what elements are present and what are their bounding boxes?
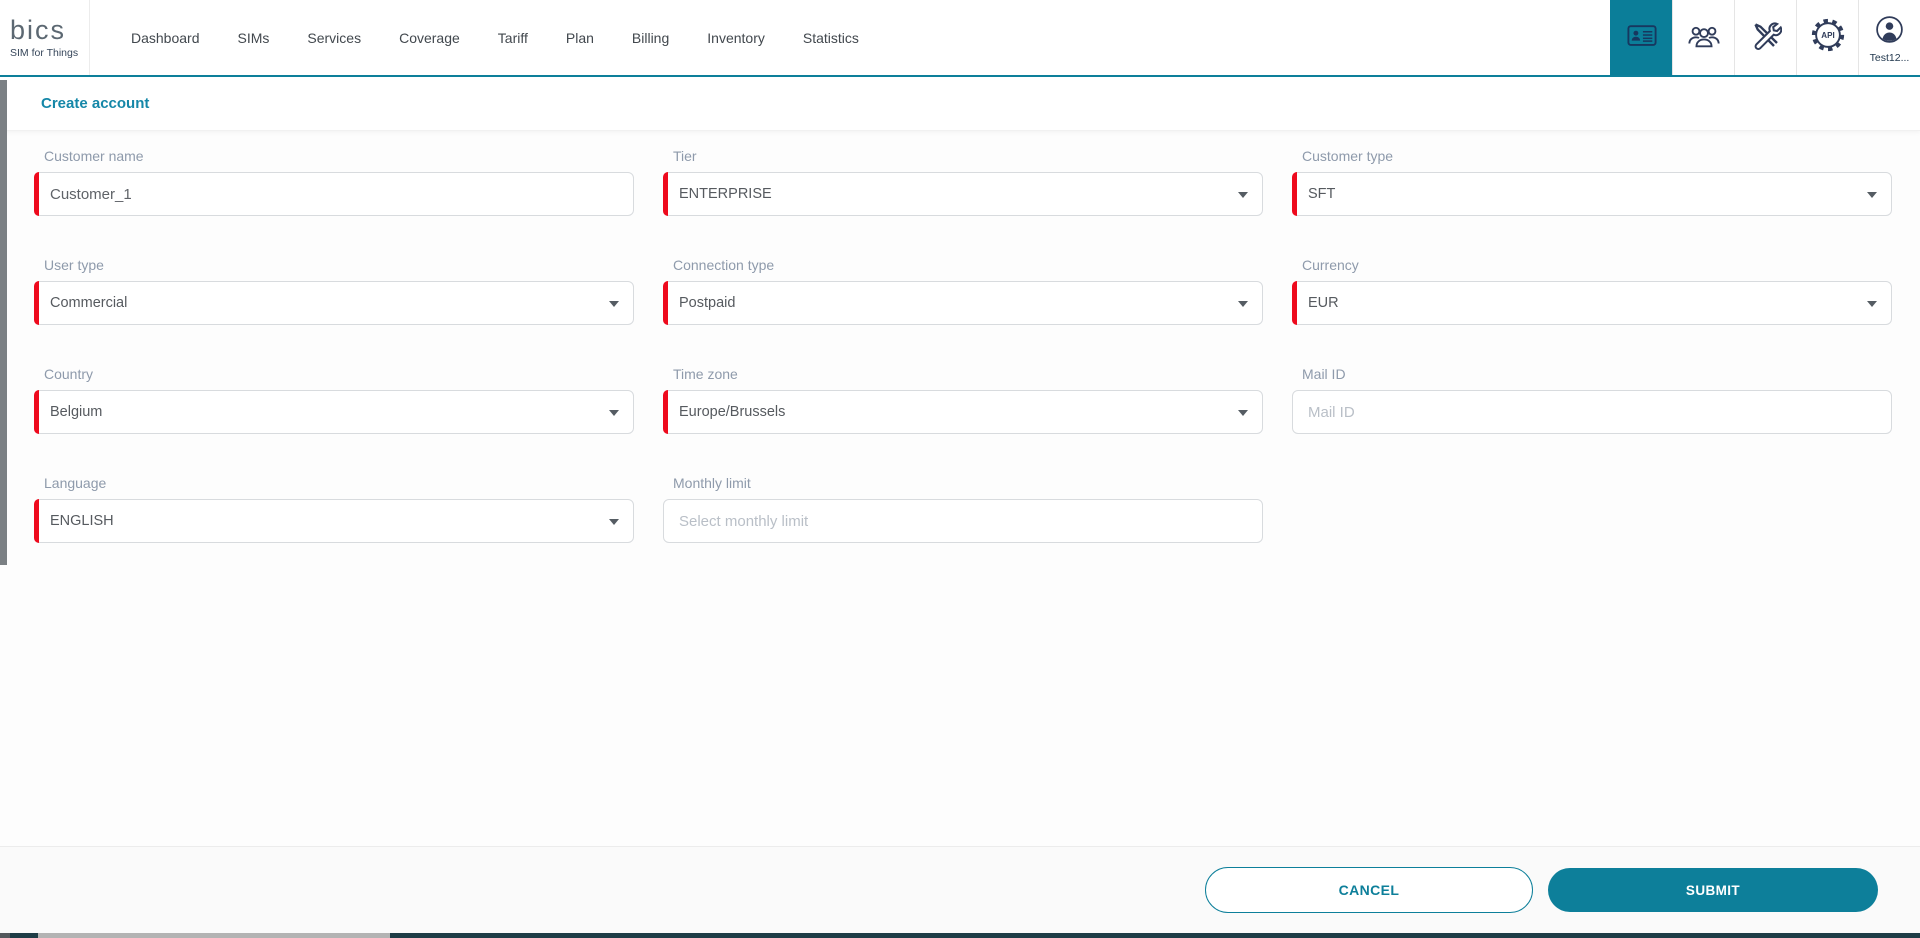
api-gear-label: API	[1821, 31, 1834, 40]
nav-item-tariff[interactable]: Tariff	[479, 30, 547, 46]
customer-name-box	[34, 172, 634, 216]
customer-name-label: Customer name	[44, 148, 634, 164]
chevron-down-icon	[1238, 301, 1248, 307]
vertical-scrollbar-thumb[interactable]	[0, 80, 7, 565]
create-account-form: Customer name Tier ENTERPRISE Customer t…	[0, 130, 1920, 846]
field-connection-type: Connection type Postpaid	[663, 257, 1263, 325]
time-zone-select[interactable]: Europe/Brussels	[663, 390, 1263, 434]
users-icon	[1687, 22, 1721, 54]
users-tab[interactable]	[1672, 0, 1734, 75]
tools-tab[interactable]	[1734, 0, 1796, 75]
chevron-down-icon	[609, 519, 619, 525]
time-zone-label: Time zone	[673, 366, 1263, 382]
contact-card-icon	[1627, 24, 1657, 52]
page-title-bar: Create account	[0, 77, 1920, 130]
required-indicator	[1292, 281, 1297, 325]
submit-button[interactable]: SUBMIT	[1548, 868, 1878, 912]
field-customer-type: Customer type SFT	[1292, 148, 1892, 216]
form-action-bar: CANCEL SUBMIT	[0, 846, 1920, 933]
field-currency: Currency EUR	[1292, 257, 1892, 325]
chevron-down-icon	[1867, 192, 1877, 198]
time-zone-value: Europe/Brussels	[664, 404, 785, 420]
customer-type-select[interactable]: SFT	[1292, 172, 1892, 216]
required-indicator	[663, 172, 668, 216]
nav-item-services[interactable]: Services	[288, 30, 380, 46]
country-select[interactable]: Belgium	[34, 390, 634, 434]
connection-type-select[interactable]: Postpaid	[663, 281, 1263, 325]
customer-type-label: Customer type	[1302, 148, 1892, 164]
currency-select[interactable]: EUR	[1292, 281, 1892, 325]
api-gear-icon: API	[1809, 16, 1847, 59]
nav-item-coverage[interactable]: Coverage	[380, 30, 479, 46]
nav-item-sims[interactable]: SIMs	[219, 30, 289, 46]
required-indicator	[1292, 172, 1297, 216]
accounts-tab[interactable]	[1610, 0, 1672, 75]
chevron-down-icon	[609, 410, 619, 416]
required-indicator	[34, 281, 39, 325]
country-value: Belgium	[35, 404, 102, 420]
connection-type-label: Connection type	[673, 257, 1263, 273]
cancel-button[interactable]: CANCEL	[1205, 867, 1533, 913]
tier-select[interactable]: ENTERPRISE	[663, 172, 1263, 216]
connection-type-value: Postpaid	[664, 295, 735, 311]
user-type-select[interactable]: Commercial	[34, 281, 634, 325]
user-type-value: Commercial	[35, 295, 127, 311]
chevron-down-icon	[1867, 301, 1877, 307]
tier-value: ENTERPRISE	[664, 186, 772, 202]
monthly-limit-input[interactable]	[664, 500, 1262, 542]
tools-icon	[1750, 19, 1782, 56]
nav-item-billing[interactable]: Billing	[613, 30, 688, 46]
mail-id-box	[1292, 390, 1892, 434]
scrollbar-corner	[0, 933, 10, 938]
main-nav: Dashboard SIMs Services Coverage Tariff …	[112, 0, 878, 75]
field-language: Language ENGLISH	[34, 475, 634, 543]
top-navigation-bar: bics SIM for Things Dashboard SIMs Servi…	[0, 0, 1920, 77]
nav-item-dashboard[interactable]: Dashboard	[112, 30, 219, 46]
field-country: Country Belgium	[34, 366, 634, 434]
profile-username: Test12...	[1870, 52, 1910, 64]
horizontal-scrollbar-track[interactable]	[0, 933, 1920, 938]
required-indicator	[34, 499, 39, 543]
profile-menu[interactable]: Test12...	[1858, 0, 1920, 75]
country-label: Country	[44, 366, 634, 382]
horizontal-scrollbar-thumb[interactable]	[38, 933, 390, 938]
page-title: Create account	[41, 95, 149, 112]
mail-id-input[interactable]	[1293, 391, 1891, 433]
field-customer-name: Customer name	[34, 148, 634, 216]
customer-name-input[interactable]	[35, 173, 633, 215]
tier-label: Tier	[673, 148, 1263, 164]
user-avatar-icon	[1874, 15, 1905, 51]
api-settings-tab[interactable]: API	[1796, 0, 1858, 75]
language-select[interactable]: ENGLISH	[34, 499, 634, 543]
field-user-type: User type Commercial	[34, 257, 634, 325]
brand-logo[interactable]: bics SIM for Things	[0, 0, 90, 75]
mail-id-label: Mail ID	[1302, 366, 1892, 382]
user-type-label: User type	[44, 257, 634, 273]
chevron-down-icon	[1238, 410, 1248, 416]
field-time-zone: Time zone Europe/Brussels	[663, 366, 1263, 434]
chevron-down-icon	[609, 301, 619, 307]
nav-item-statistics[interactable]: Statistics	[784, 30, 878, 46]
brand-logo-text: bics	[10, 17, 89, 44]
required-indicator	[663, 281, 668, 325]
field-monthly-limit: Monthly limit	[663, 475, 1263, 543]
currency-label: Currency	[1302, 257, 1892, 273]
monthly-limit-label: Monthly limit	[673, 475, 1263, 491]
brand-logo-subtext: SIM for Things	[10, 47, 89, 59]
nav-item-inventory[interactable]: Inventory	[688, 30, 784, 46]
monthly-limit-box	[663, 499, 1263, 543]
header-action-icons: API Test12...	[1610, 0, 1920, 75]
required-indicator	[663, 390, 668, 434]
currency-value: EUR	[1293, 295, 1339, 311]
chevron-down-icon	[1238, 192, 1248, 198]
nav-item-plan[interactable]: Plan	[547, 30, 613, 46]
required-indicator	[34, 172, 39, 216]
field-mail-id: Mail ID	[1292, 366, 1892, 434]
field-tier: Tier ENTERPRISE	[663, 148, 1263, 216]
required-indicator	[34, 390, 39, 434]
language-value: ENGLISH	[35, 513, 114, 529]
language-label: Language	[44, 475, 634, 491]
customer-type-value: SFT	[1293, 186, 1335, 202]
